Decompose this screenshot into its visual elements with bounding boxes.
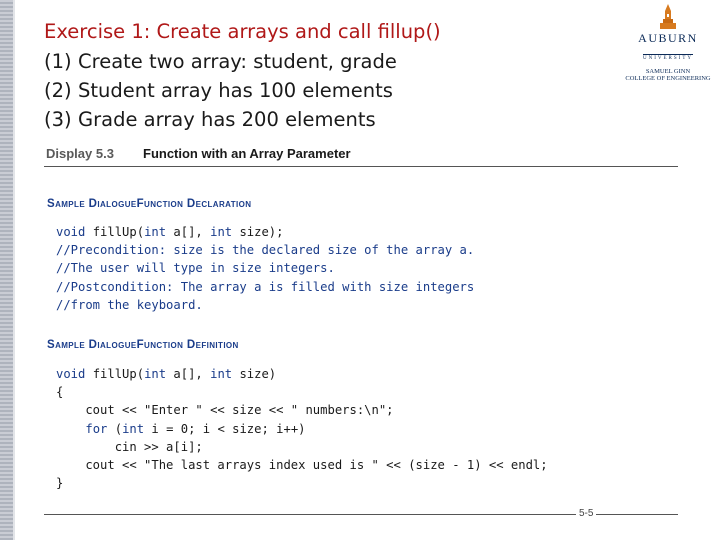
display-title: Function with an Array Parameter <box>143 146 351 161</box>
left-decorative-strip <box>0 0 15 540</box>
list-item-text: Create two array: student, grade <box>78 50 397 73</box>
code-line: } <box>56 476 64 491</box>
code-line: //Postcondition: The array a is filled w… <box>56 279 475 294</box>
code-line: for (int i = 0; i < size; i++) <box>85 421 306 436</box>
display-header: Display 5.3 Function with an Array Param… <box>46 146 351 161</box>
logo-name: AUBURN <box>638 31 698 45</box>
logo-line1: SAMUEL GINN <box>645 68 691 75</box>
definition-code: void fillUp(int a[], int size) { cout << … <box>56 365 548 492</box>
page-number: 5-5 <box>576 508 597 519</box>
list-item-text: Student array has 100 elements <box>78 79 393 102</box>
list-item-text: Grade array has 200 elements <box>78 108 376 131</box>
declaration-code: void fillUp(int a[], int size); //Precond… <box>56 223 474 314</box>
code-line: { <box>56 385 64 400</box>
exercise-list: (1) Create two array: student, grade (2)… <box>44 47 397 134</box>
code-line: //Precondition: size is the declared siz… <box>56 243 475 258</box>
logo-university: UNIVERSITY <box>643 54 693 61</box>
code-line: void fillUp(int a[], int size) <box>56 367 277 381</box>
code-line: cin >> a[i]; <box>56 439 203 454</box>
code-line: //The user will type in size integers. <box>56 261 335 276</box>
list-item: (1) Create two array: student, grade <box>44 47 397 76</box>
logo-line2: COLLEGE OF ENGINEERING <box>625 75 711 82</box>
code-line: cout << "The last arrays index used is "… <box>56 458 548 473</box>
display-label: Display 5.3 <box>46 146 114 161</box>
code-line: void fillUp(int a[], int size); <box>56 225 284 239</box>
declaration-heading: Sample DialogueFunction Declaration <box>47 198 252 210</box>
definition-heading: Sample DialogueFunction Definition <box>47 339 239 351</box>
list-item: (2) Student array has 100 elements <box>44 76 397 105</box>
list-item-number: (3) <box>44 108 72 131</box>
auburn-logo: AUBURN UNIVERSITY SAMUEL GINN COLLEGE OF… <box>618 4 718 84</box>
code-line: cout << "Enter " << size << " numbers:\n… <box>56 403 394 418</box>
top-divider <box>44 166 678 167</box>
list-item-number: (1) <box>44 50 72 73</box>
list-item: (3) Grade array has 200 elements <box>44 105 397 134</box>
list-item-number: (2) <box>44 79 72 102</box>
tower-icon <box>660 4 676 29</box>
code-line: //from the keyboard. <box>56 297 203 312</box>
slide-title: Exercise 1: Create arrays and call fillu… <box>44 20 441 43</box>
